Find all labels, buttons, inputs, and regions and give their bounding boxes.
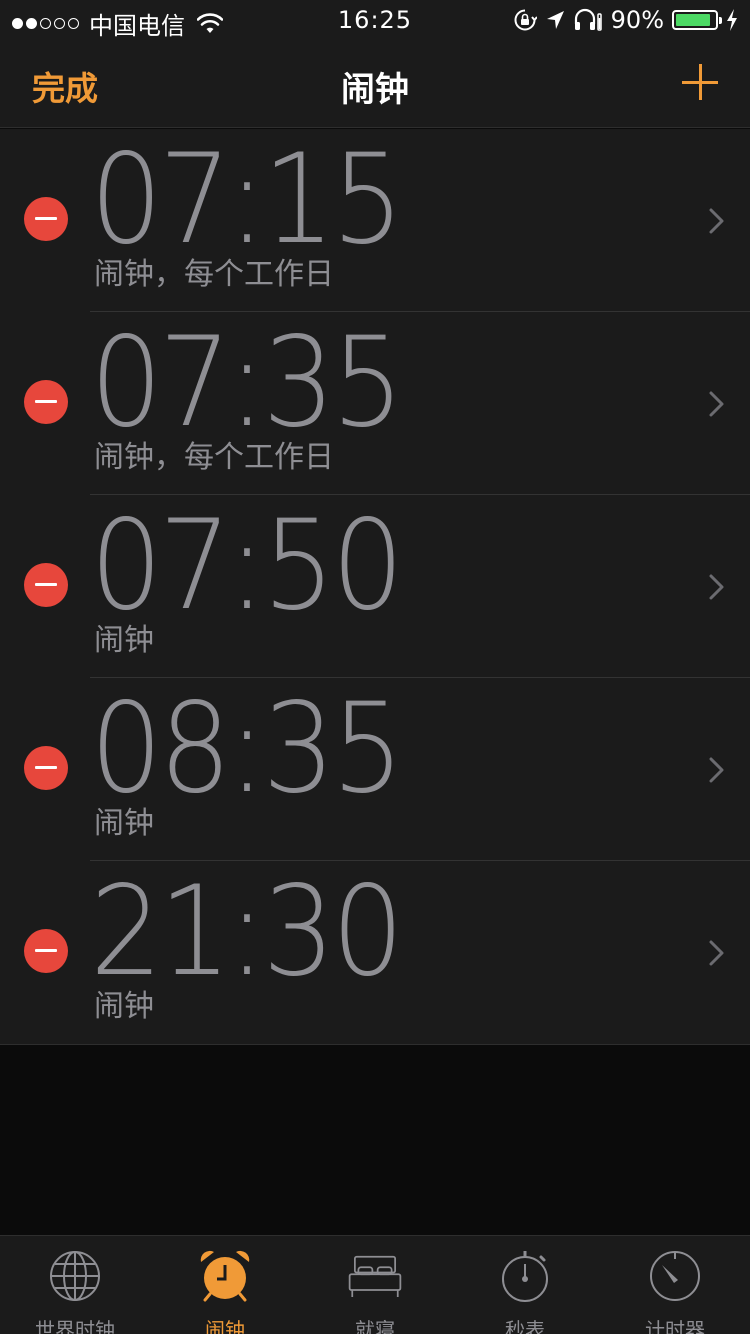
- bed-icon: [347, 1248, 403, 1308]
- alarm-row[interactable]: 07:15 闹钟，每个工作日: [0, 129, 750, 312]
- tab-alarm-clock[interactable]: 闹钟: [150, 1236, 300, 1334]
- tab-bar: 世界时钟 闹钟 就寝 秒表 计时器: [0, 1235, 750, 1334]
- status-bar: 中国电信 16:25 90%: [0, 0, 750, 40]
- add-alarm-button[interactable]: [680, 62, 720, 102]
- page-title: 闹钟: [341, 70, 409, 110]
- alarm-row[interactable]: 08:35 闹钟: [0, 678, 750, 861]
- tab-timer[interactable]: 计时器: [600, 1236, 750, 1334]
- globe-icon: [47, 1248, 103, 1308]
- alarm-time: 08:35: [90, 677, 404, 821]
- battery-level: [676, 14, 711, 26]
- chevron-right-icon[interactable]: [708, 207, 726, 235]
- status-right: 90%: [513, 6, 738, 34]
- chevron-right-icon[interactable]: [708, 573, 726, 601]
- alarm-label: 闹钟: [94, 623, 154, 658]
- alarm-time: 07:50: [90, 494, 404, 638]
- delete-alarm-button[interactable]: [24, 746, 68, 790]
- tab-label: 计时器: [645, 1318, 705, 1334]
- alarm-time: 21:30: [90, 860, 404, 1004]
- headphones-icon: [574, 8, 602, 31]
- orientation-lock-icon: [514, 9, 537, 31]
- status-left: 中国电信: [12, 6, 223, 41]
- tab-globe[interactable]: 世界时钟: [0, 1236, 150, 1334]
- battery-percent: 90%: [610, 6, 664, 34]
- carrier-name: 中国电信: [89, 12, 185, 40]
- tab-label: 世界时钟: [35, 1318, 115, 1334]
- battery-icon: [672, 10, 722, 30]
- chevron-right-icon[interactable]: [708, 390, 726, 418]
- tab-label: 闹钟: [205, 1318, 245, 1334]
- chevron-right-icon[interactable]: [708, 939, 726, 967]
- screen: 中国电信 16:25 90% 完成 闹钟 07:15 闹钟，每个工作日 07:3…: [0, 0, 750, 1334]
- alarm-label: 闹钟: [94, 989, 154, 1024]
- tab-bed[interactable]: 就寝: [300, 1236, 450, 1334]
- chevron-right-icon[interactable]: [708, 756, 726, 784]
- delete-alarm-button[interactable]: [24, 563, 68, 607]
- alarm-label: 闹钟，每个工作日: [94, 257, 334, 292]
- tab-label: 就寝: [355, 1318, 395, 1334]
- tab-stopwatch[interactable]: 秒表: [450, 1236, 600, 1334]
- alarm-time: 07:15: [90, 128, 404, 272]
- alarm-label: 闹钟: [94, 806, 154, 841]
- charging-bolt-icon: [727, 9, 737, 31]
- navigation-bar: 完成 闹钟: [0, 40, 750, 128]
- delete-alarm-button[interactable]: [24, 197, 68, 241]
- alarm-list: 07:15 闹钟，每个工作日 07:35 闹钟，每个工作日 07:50 闹钟 08:35 闹钟…: [0, 129, 750, 1045]
- stopwatch-icon: [497, 1248, 553, 1308]
- wifi-icon: [197, 12, 223, 33]
- done-button[interactable]: 完成: [32, 62, 98, 110]
- delete-alarm-button[interactable]: [24, 380, 68, 424]
- timer-icon: [647, 1248, 703, 1308]
- alarm-row[interactable]: 07:50 闹钟: [0, 495, 750, 678]
- alarm-clock-icon: [197, 1248, 253, 1308]
- alarm-row[interactable]: 21:30 闹钟: [0, 861, 750, 1044]
- alarm-time: 07:35: [90, 311, 404, 455]
- location-icon: [546, 11, 564, 29]
- alarm-row[interactable]: 07:35 闹钟，每个工作日: [0, 312, 750, 495]
- delete-alarm-button[interactable]: [24, 929, 68, 973]
- alarm-label: 闹钟，每个工作日: [94, 440, 334, 475]
- signal-strength-icon: [12, 18, 79, 29]
- tab-label: 秒表: [505, 1318, 545, 1334]
